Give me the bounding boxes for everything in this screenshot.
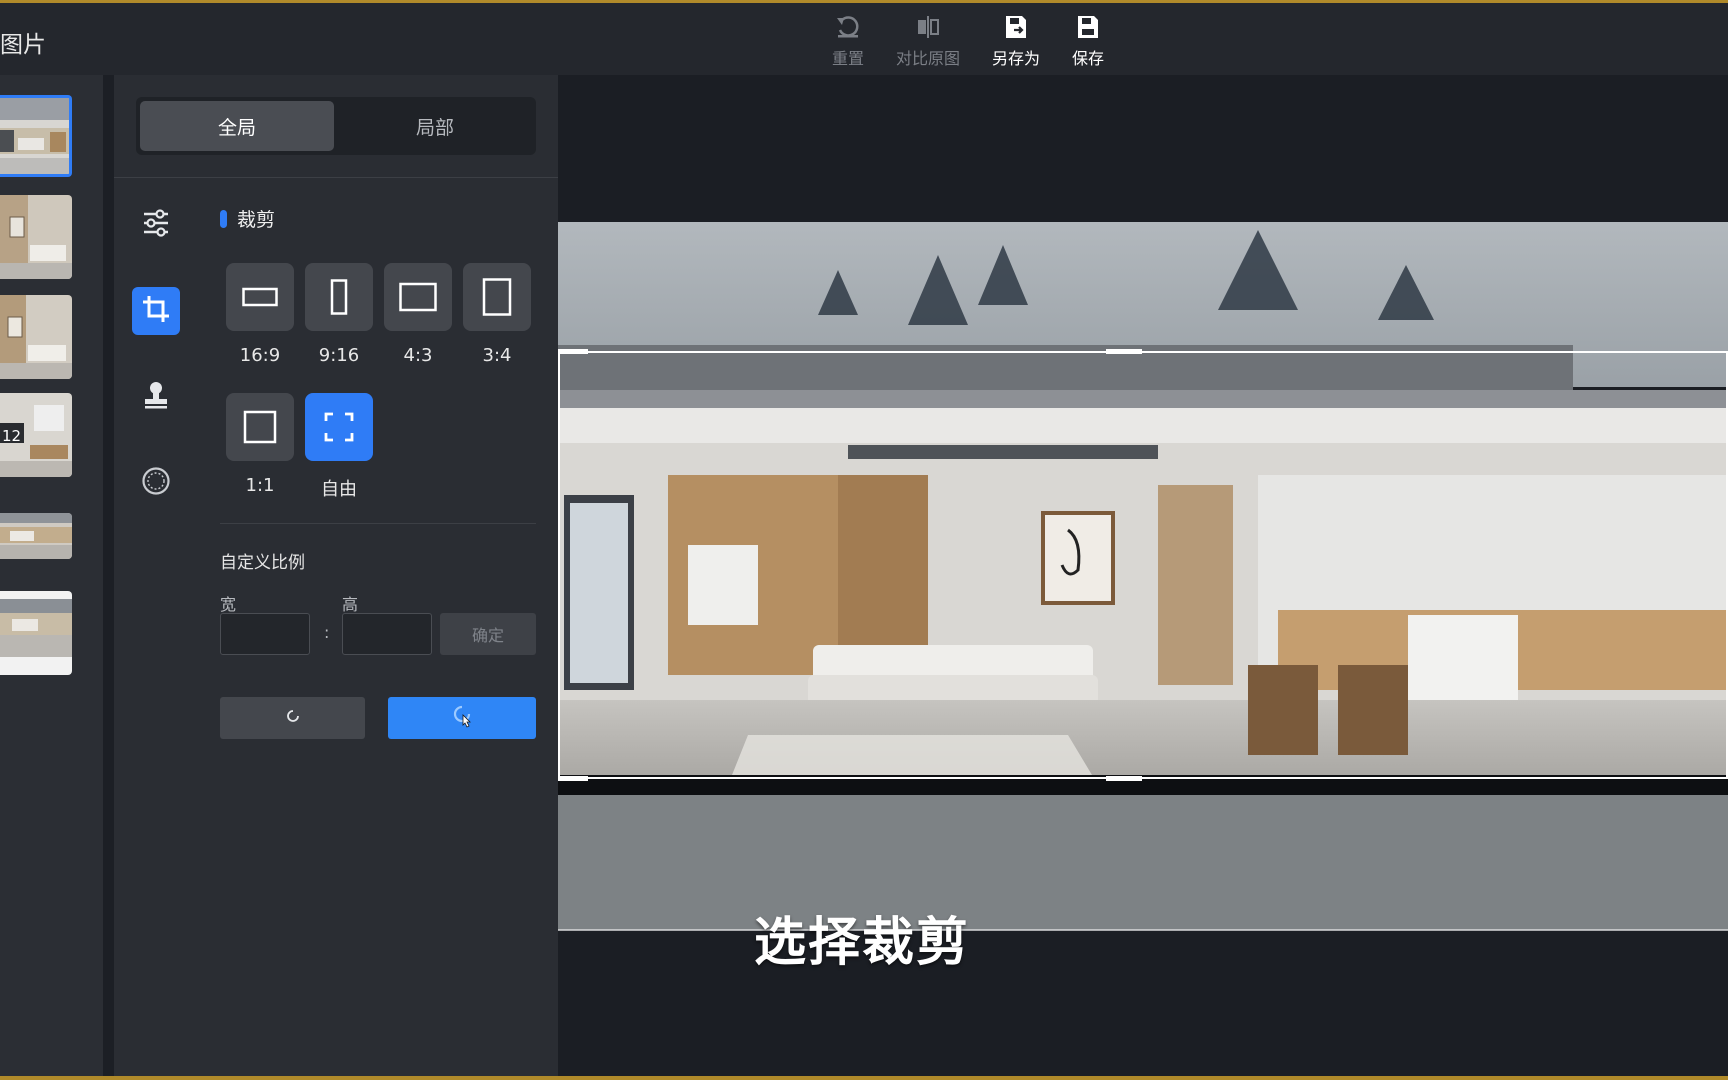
edit-panel: 全局 局部 裁剪 16:9 9:16 4:3 3:4 1:1 自由 自定义比例 … <box>114 75 558 1080</box>
save-label: 保存 <box>1071 49 1104 68</box>
thumbnail-1[interactable] <box>0 95 72 177</box>
custom-ratio-title: 自定义比例 <box>220 553 305 573</box>
stamp-icon <box>142 380 170 414</box>
ratio-16-9-label: 16:9 <box>239 345 281 366</box>
crop-title-text: 裁剪 <box>237 209 276 231</box>
save-icon <box>1048 11 1128 43</box>
crop-reset-button[interactable] <box>220 697 365 739</box>
save-as-label: 另存为 <box>991 49 1040 68</box>
ratio-free-label: 自由 <box>321 479 357 500</box>
crop-section-title: 裁剪 <box>220 205 275 232</box>
ratio-free-button[interactable]: 自由 <box>305 393 373 501</box>
ratio-3-4-label: 3:4 <box>482 345 512 366</box>
top-toolbar: 图片 重置 对比原图 另存为 保存 <box>0 0 1728 75</box>
thumbnail-5[interactable] <box>0 513 72 559</box>
image-canvas: 选择裁剪 <box>558 75 1728 1080</box>
ratio-3-4-icon <box>463 263 531 331</box>
photo-preview <box>558 222 1728 931</box>
ratio-9-16-icon <box>305 263 373 331</box>
undo-icon <box>808 11 888 43</box>
video-caption: 选择裁剪 <box>754 913 971 973</box>
reset-button[interactable]: 重置 <box>808 11 888 71</box>
reset-label: 重置 <box>831 49 864 68</box>
ratio-1-1-icon <box>226 393 294 461</box>
thumbnail-strip: 12 <box>0 75 103 1080</box>
free-crop-icon <box>305 393 373 461</box>
save-button[interactable]: 保存 <box>1048 11 1128 71</box>
height-label: 高 <box>342 595 359 614</box>
tab-global[interactable]: 全局 <box>140 101 334 151</box>
ratio-separator: : <box>324 623 330 642</box>
save-as-button[interactable]: 另存为 <box>976 11 1056 71</box>
ratio-4-3-icon <box>384 263 452 331</box>
compare-label: 对比原图 <box>895 49 960 68</box>
confirm-button[interactable]: 确定 <box>440 613 536 655</box>
crop-tool-button[interactable] <box>132 287 180 335</box>
adjust-tool-button[interactable] <box>132 201 180 249</box>
bottom-border <box>0 1076 1728 1080</box>
app-title: 图片 <box>0 32 46 58</box>
scope-tabs: 全局 局部 <box>136 97 536 155</box>
ratio-1-1-label: 1:1 <box>245 475 275 496</box>
thumbnail-4[interactable]: 12 <box>0 393 72 477</box>
section-marker <box>220 209 227 228</box>
loading-spinner-icon <box>449 703 475 733</box>
compare-original-button[interactable]: 对比原图 <box>888 11 968 71</box>
ratio-9-16-button[interactable]: 9:16 <box>305 263 373 366</box>
ratio-16-9-button[interactable]: 16:9 <box>226 263 294 366</box>
crop-apply-button[interactable] <box>388 697 536 739</box>
circle-icon <box>141 466 171 500</box>
save-as-icon <box>976 11 1056 43</box>
thumbnail-6[interactable] <box>0 591 72 675</box>
adjust-sliders-icon <box>141 209 171 241</box>
tabs-divider <box>114 177 558 178</box>
compare-icon <box>888 11 968 43</box>
ratio-4-3-button[interactable]: 4:3 <box>384 263 452 366</box>
ratio-3-4-button[interactable]: 3:4 <box>463 263 531 366</box>
height-input[interactable] <box>342 613 432 655</box>
ratio-16-9-icon <box>226 263 294 331</box>
width-input[interactable] <box>220 613 310 655</box>
width-label: 宽 <box>220 595 237 614</box>
ratio-4-3-label: 4:3 <box>403 345 433 366</box>
ratio-9-16-label: 9:16 <box>318 345 360 366</box>
thumbnail-2[interactable] <box>0 195 72 279</box>
thumbnail-3[interactable] <box>0 295 72 379</box>
refresh-icon <box>285 708 301 728</box>
ratio-divider <box>220 523 536 524</box>
ratio-1-1-button[interactable]: 1:1 <box>226 393 294 496</box>
thumbnail-badge: 12 <box>2 427 22 445</box>
stamp-tool-button[interactable] <box>132 373 180 421</box>
crop-icon <box>141 294 171 328</box>
tab-local[interactable]: 局部 <box>338 101 532 151</box>
circle-tool-button[interactable] <box>132 459 180 507</box>
